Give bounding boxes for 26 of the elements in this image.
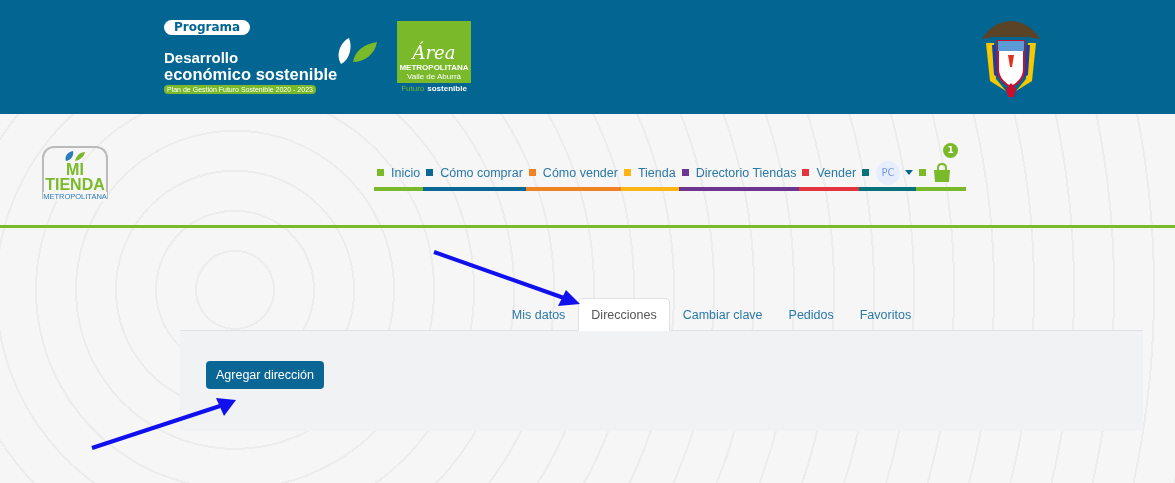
tab[interactable]: Mis datos: [498, 298, 579, 331]
tab[interactable]: Cambiar clave: [669, 298, 776, 331]
logo-text: TIENDA: [45, 177, 105, 192]
logo-text: Valle de Aburrá: [406, 72, 462, 81]
cart-count-badge: 1: [943, 142, 959, 158]
logo-badge: Programa: [164, 20, 251, 35]
nav-link[interactable]: Directorio Tiendas: [695, 165, 797, 180]
leaves-icon: [64, 150, 86, 162]
nav-link[interactable]: Tienda: [637, 165, 676, 180]
nav-link[interactable]: Cómo comprar: [440, 165, 523, 180]
add-address-button[interactable]: Agregar dirección: [206, 361, 324, 389]
logo-title: Desarrollo: [164, 50, 240, 66]
logo-tagline: Futuro: [401, 84, 425, 93]
tab[interactable]: Direcciones: [578, 298, 670, 331]
logo-title: económico sostenible: [164, 66, 338, 82]
caret-icon[interactable]: [905, 170, 914, 175]
logo-script: Área: [412, 43, 456, 63]
nav-link[interactable]: Vender: [816, 165, 857, 180]
tab[interactable]: Favoritos: [846, 298, 925, 331]
logo-tagline: sostenible: [427, 84, 467, 93]
logo-text: METROPOLITANA: [399, 63, 469, 72]
tab[interactable]: Pedidos: [775, 298, 847, 331]
user-avatar[interactable]: PC: [876, 160, 901, 185]
nav-link[interactable]: Inicio: [391, 165, 421, 180]
nav-link[interactable]: Cómo vender: [542, 165, 618, 180]
logo-text: MI: [66, 162, 84, 177]
